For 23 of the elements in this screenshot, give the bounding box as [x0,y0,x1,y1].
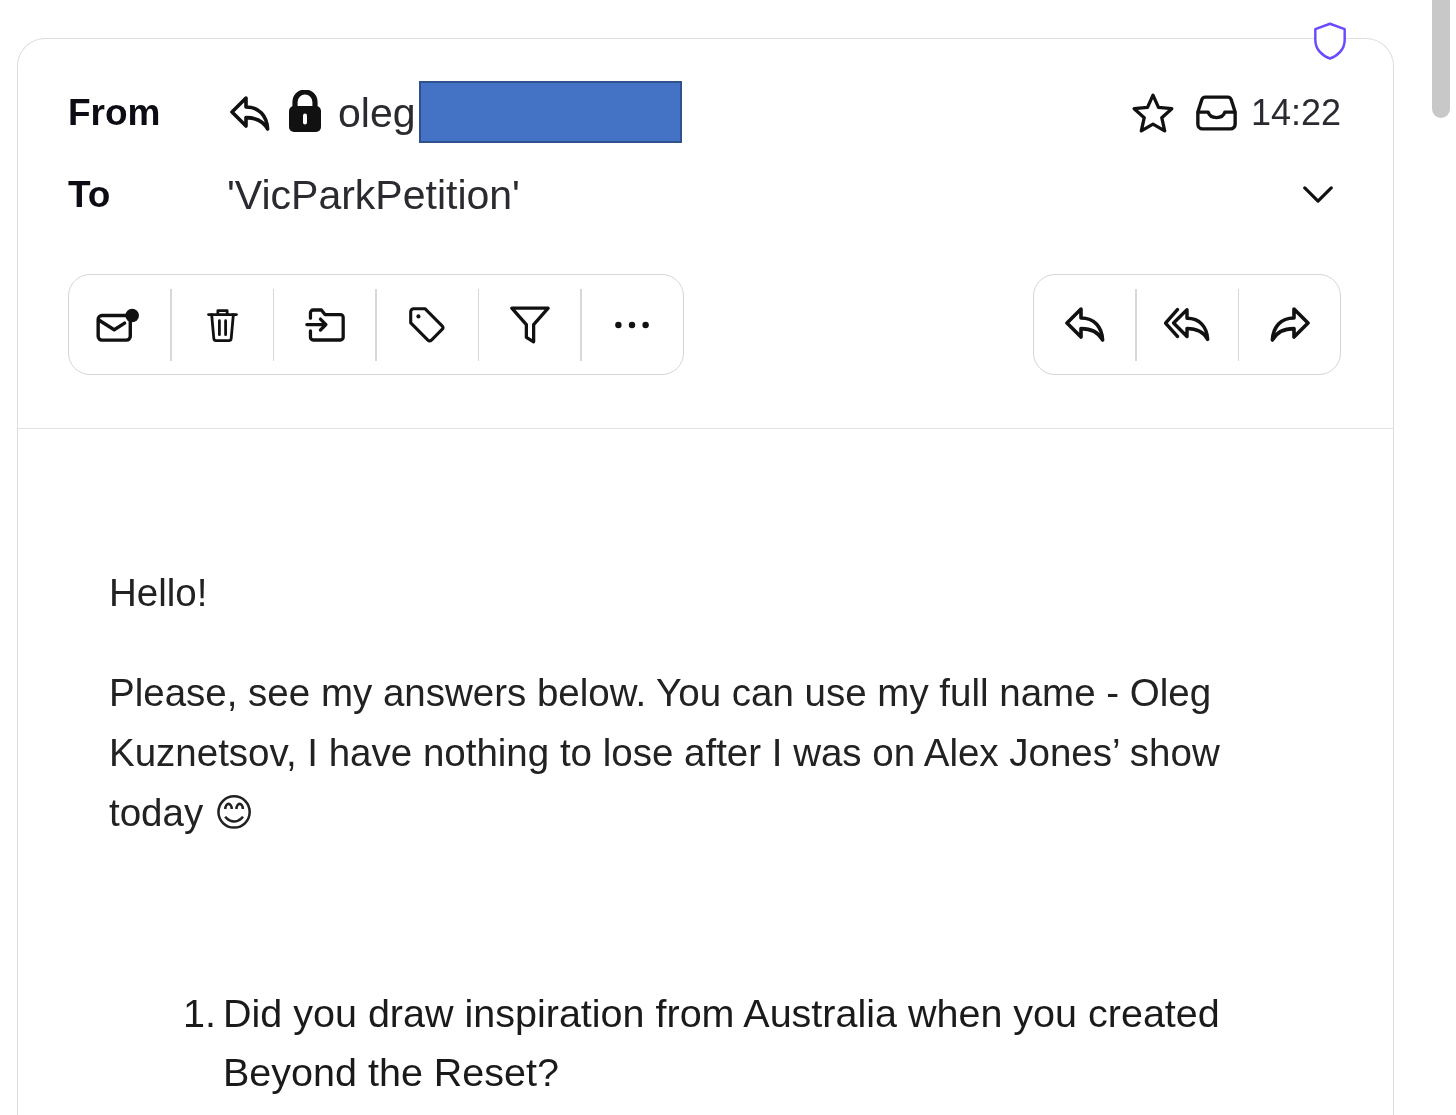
star-icon[interactable] [1131,93,1174,133]
message-time: 14:22 [1250,91,1341,135]
scrollbar-thumb[interactable] [1432,0,1450,118]
recipient-name[interactable]: 'VicParkPetition' [227,165,520,225]
question-text: Did you draw inspiration from Australia when you created Beyond the Reset? [223,990,1221,1096]
from-label: From [68,91,161,135]
chevron-icon[interactable] [1303,186,1333,204]
tag-icon [409,306,445,343]
inbox-tray-icon [1195,95,1237,131]
list-number: 1. [183,990,217,1037]
envelope-dot-icon [95,307,140,342]
funnel-icon [509,305,550,344]
to-label: To [68,173,111,217]
reply-all-icon [1164,307,1210,342]
sender-address[interactable]: oleg [338,83,416,143]
more-icon [614,320,650,329]
trash-icon [206,307,238,342]
reply-icon [1064,307,1105,342]
body-paragraph: Please, see my answers below. You can use my full name - Oleg Kuznetsov, I have nothing to lose after I was on Alex Jones’ show today 😊 [109,670,1221,836]
forward-icon [1269,307,1310,342]
folder-arrow-icon [304,307,345,342]
greeting-text: Hello! [109,570,208,616]
shield-icon[interactable] [1313,22,1347,61]
